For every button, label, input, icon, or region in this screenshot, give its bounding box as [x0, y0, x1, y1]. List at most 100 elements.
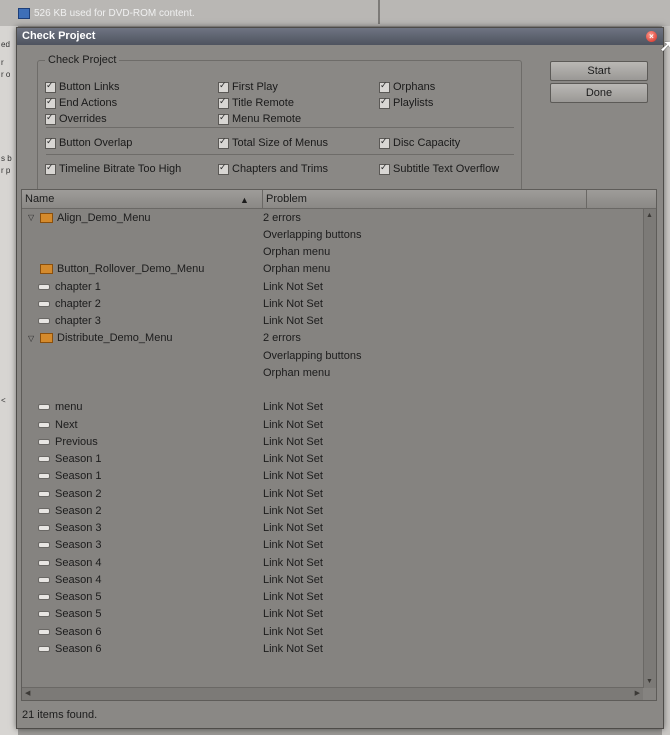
background-fragment: r o [1, 70, 11, 79]
scroll-left-icon[interactable]: ◀ [25, 689, 30, 697]
table-row[interactable]: Button_Rollover_Demo_Menu Orphan menu [22, 261, 642, 278]
scroll-down-icon[interactable]: ▼ [646, 678, 653, 685]
table-row[interactable]: chapter 2 Link Not Set [22, 295, 642, 312]
dialog-titlebar[interactable]: Check Project × ➚ [17, 28, 670, 55]
checkbox-playlists[interactable]: Playlists [379, 96, 433, 109]
name-cell [22, 382, 262, 399]
item-name: chapter 2 [55, 297, 101, 310]
menu-icon [40, 212, 53, 223]
problem-cell: Link Not Set [263, 625, 323, 638]
table-row[interactable]: Orphan menu [22, 364, 642, 381]
expand-arrow-icon[interactable]: ▽ [28, 213, 38, 222]
checkbox-orphans[interactable]: Orphans [379, 80, 436, 93]
table-row[interactable]: Season 1 Link Not Set [22, 468, 642, 485]
checkbox-label: Chapters and Trims [232, 163, 328, 175]
group-divider [46, 127, 514, 128]
name-cell: Season 6 [22, 623, 262, 640]
checkbox-label: Orphans [393, 81, 436, 93]
table-row[interactable]: Overlapping buttons [22, 347, 642, 364]
checkbox-check-icon[interactable] [218, 112, 229, 125]
scroll-up-icon[interactable]: ▲ [646, 212, 653, 219]
done-button[interactable]: Done [550, 83, 648, 103]
name-cell [22, 226, 262, 243]
checkbox-subtitle-text-overflow[interactable]: Subtitle Text Overflow [379, 162, 499, 175]
checkbox-total-size-of-menus[interactable]: Total Size of Menus [218, 136, 328, 149]
checkbox-check-icon[interactable] [45, 162, 56, 175]
checkbox-button-overlap[interactable]: Button Overlap [45, 136, 132, 149]
name-cell: Season 4 [22, 571, 262, 588]
checkbox-check-icon[interactable] [379, 96, 390, 109]
item-name: Season 3 [55, 522, 102, 535]
table-row[interactable]: Season 4 Link Not Set [22, 554, 642, 571]
checkbox-check-icon[interactable] [379, 80, 390, 93]
checkbox-check-icon[interactable] [218, 80, 229, 93]
table-row[interactable]: Season 6 Link Not Set [22, 623, 642, 640]
checkbox-check-icon[interactable] [45, 96, 56, 109]
table-row[interactable]: Previous Link Not Set [22, 433, 642, 450]
table-row[interactable]: menu Link Not Set [22, 399, 642, 416]
item-name: Season 6 [55, 642, 102, 655]
table-row[interactable]: Season 3 Link Not Set [22, 537, 642, 554]
checkbox-check-icon[interactable] [379, 162, 390, 175]
checkbox-button-links[interactable]: Button Links [45, 80, 120, 93]
table-row[interactable]: Season 6 Link Not Set [22, 640, 642, 657]
background-fragment: ed [1, 40, 10, 49]
name-cell: Season 4 [22, 554, 262, 571]
background-toolbar: 526 KB used for DVD-ROM content. [0, 0, 670, 26]
checkbox-disc-capacity[interactable]: Disc Capacity [379, 136, 460, 149]
table-row[interactable]: Season 4 Link Not Set [22, 571, 642, 588]
checkbox-check-icon[interactable] [218, 96, 229, 109]
item-name: Align_Demo_Menu [57, 211, 151, 224]
item-name: Season 2 [55, 487, 102, 500]
checkbox-title-remote[interactable]: Title Remote [218, 96, 294, 109]
checkbox-check-icon[interactable] [218, 162, 229, 175]
item-name: Season 4 [55, 573, 102, 586]
table-row[interactable]: Season 2 Link Not Set [22, 485, 642, 502]
expand-arrow-icon[interactable]: ▽ [28, 334, 38, 343]
checkbox-check-icon[interactable] [45, 136, 56, 149]
button-icon [38, 645, 50, 652]
checkbox-check-icon[interactable] [45, 112, 56, 125]
table-row[interactable]: Overlapping buttons [22, 226, 642, 243]
scroll-right-icon[interactable]: ▶ [635, 689, 640, 697]
horizontal-scrollbar[interactable]: ◀ ▶ [22, 687, 643, 700]
table-row[interactable]: Season 2 Link Not Set [22, 502, 642, 519]
table-row[interactable]: chapter 3 Link Not Set [22, 313, 642, 330]
name-cell: Next [22, 416, 262, 433]
vertical-scrollbar[interactable]: ▲ ▼ [643, 209, 656, 688]
close-button[interactable]: × [646, 31, 657, 42]
checkbox-timeline-bitrate[interactable]: Timeline Bitrate Too High [45, 162, 181, 175]
checkbox-end-actions[interactable]: End Actions [45, 96, 117, 109]
problem-cell: Link Not Set [263, 435, 323, 448]
table-row[interactable] [22, 382, 642, 399]
checkbox-menu-remote[interactable]: Menu Remote [218, 112, 301, 125]
table-row[interactable]: Next Link Not Set [22, 416, 642, 433]
background-fragment: < [1, 396, 6, 405]
check-project-dialog: Check Project × ➚ Check Project Button L… [16, 27, 670, 729]
problem-cell: Overlapping buttons [263, 349, 362, 362]
table-row[interactable]: Season 3 Link Not Set [22, 520, 642, 537]
table-row[interactable]: Orphan menu [22, 244, 642, 261]
checkbox-check-icon[interactable] [379, 136, 390, 149]
group-label: Check Project [45, 54, 120, 66]
checkbox-check-icon[interactable] [45, 80, 56, 93]
column-header-name[interactable]: Name ▲ [22, 190, 263, 208]
checkbox-first-play[interactable]: First Play [218, 80, 278, 93]
table-row[interactable]: Season 5 Link Not Set [22, 606, 642, 623]
table-row[interactable]: chapter 1 Link Not Set [22, 278, 642, 295]
table-row[interactable]: Season 1 Link Not Set [22, 451, 642, 468]
table-row[interactable]: ▽ Distribute_Demo_Menu 2 errors [22, 330, 642, 347]
table-row[interactable]: ▽ Align_Demo_Menu 2 errors [22, 209, 642, 226]
column-header-label: Problem [266, 193, 307, 205]
checkbox-overrides[interactable]: Overrides [45, 112, 107, 125]
problem-cell: Link Not Set [263, 573, 323, 586]
start-button[interactable]: Start [550, 61, 648, 81]
checkbox-chapters-and-trims[interactable]: Chapters and Trims [218, 162, 328, 175]
name-cell: chapter 1 [22, 278, 262, 295]
column-header-problem[interactable]: Problem [263, 190, 587, 208]
name-cell: menu [22, 399, 262, 416]
problem-cell: Link Not Set [263, 522, 323, 535]
button-icon [38, 507, 50, 514]
checkbox-check-icon[interactable] [218, 136, 229, 149]
table-row[interactable]: Season 5 Link Not Set [22, 589, 642, 606]
